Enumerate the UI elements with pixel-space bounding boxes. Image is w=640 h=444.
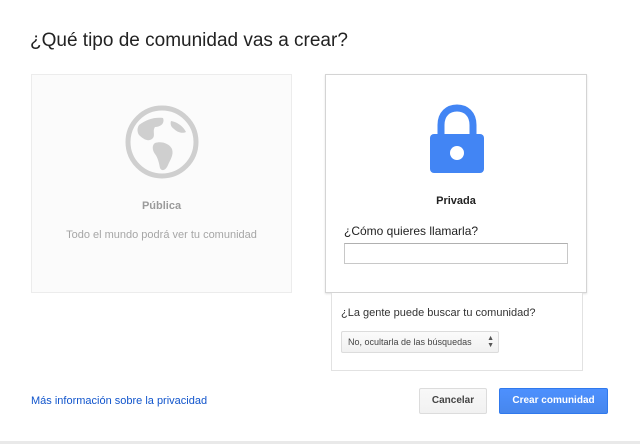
search-visibility-selected: No, ocultarla de las búsquedas: [348, 337, 472, 347]
public-label: Pública: [141, 200, 182, 212]
globe-icon: [125, 105, 199, 179]
private-label: Privada: [436, 195, 476, 207]
search-visibility-panel: ¿La gente puede buscar tu comunidad? No,…: [331, 293, 583, 371]
private-option-card[interactable]: Privada ¿Cómo quieres llamarla?: [325, 74, 587, 293]
lock-icon: [427, 103, 487, 175]
dialog-title: ¿Qué tipo de comunidad vas a crear?: [30, 30, 348, 51]
public-description: Todo el mundo podrá ver tu comunidad: [66, 229, 257, 241]
community-name-input[interactable]: [344, 243, 568, 264]
privacy-info-link[interactable]: Más información sobre la privacidad: [31, 395, 207, 407]
select-arrows-icon: ▲ ▼: [487, 335, 494, 349]
search-visibility-select[interactable]: No, ocultarla de las búsquedas ▲ ▼: [341, 331, 499, 353]
cancel-button[interactable]: Cancelar: [419, 388, 487, 414]
community-name-label: ¿Cómo quieres llamarla?: [344, 224, 479, 238]
search-visibility-question: ¿La gente puede buscar tu comunidad?: [341, 307, 536, 319]
create-community-button[interactable]: Crear comunidad: [499, 388, 608, 414]
public-option-card[interactable]: Pública Todo el mundo podrá ver tu comun…: [31, 74, 292, 293]
